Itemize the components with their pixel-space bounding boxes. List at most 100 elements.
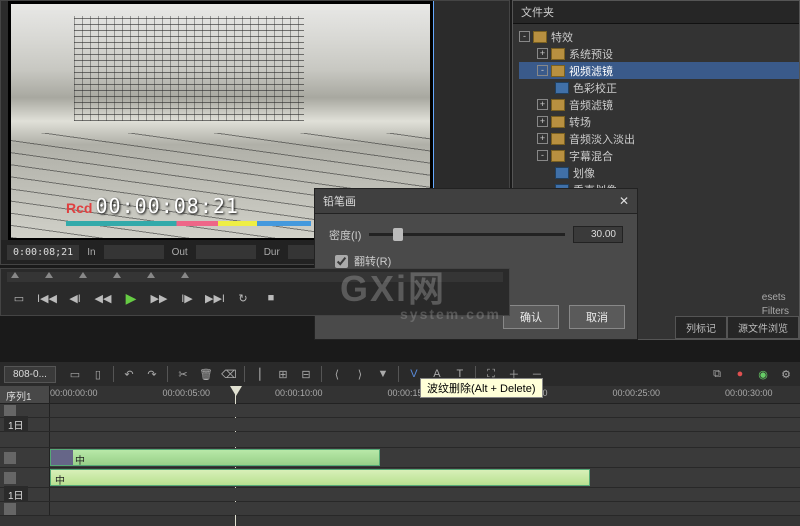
in-value[interactable] [104,245,164,259]
tool-cut[interactable]: ✂ [173,365,193,383]
density-label: 密度(I) [329,227,361,243]
tool-ripple-delete[interactable]: ⌫ [219,365,239,383]
tree-transition[interactable]: +转场 [519,113,799,130]
tree-label: 字幕混合 [569,148,613,164]
fx-tab-markers[interactable]: 列标记 [675,316,727,339]
prev-edit-button[interactable]: I◀◀ [37,289,57,307]
track-title-1[interactable]: 1日 [0,418,800,432]
folder-icon [551,116,565,128]
tree-label: 划像 [573,165,595,181]
video-clip[interactable]: 中 [50,449,380,466]
in-label: In [87,247,95,258]
density-row: 密度(I) 30.00 [329,226,623,243]
density-slider[interactable] [369,233,565,236]
track-video-1[interactable]: 中 [0,448,800,468]
tree-label: 系统预设 [569,46,613,62]
track-title-2[interactable] [0,404,800,418]
fx-icon [555,167,569,179]
tree-label: 特效 [551,29,573,45]
flip-checkbox-row[interactable]: 翻转(R) [335,253,623,269]
tool-redo[interactable]: ↷ [142,365,162,383]
expand-icon[interactable]: - [537,150,548,161]
step-fwd-button[interactable]: I▶ [177,289,197,307]
track-eye-icon[interactable] [4,452,16,464]
expand-icon[interactable]: - [537,65,548,76]
loop-button[interactable]: ↻ [233,289,253,307]
close-icon[interactable]: ✕ [619,194,629,208]
rewind-button[interactable]: ◀◀ [93,289,113,307]
tool-group[interactable]: ⊞ [273,365,293,383]
timeline: 序列1 00:00:00:00 00:00:05:00 00:00:10:00 … [0,386,800,526]
tree-audio-fade[interactable]: + 音频淡入淡出 [519,130,799,147]
clip-label: 中 [55,472,65,487]
track-label: 1日 [4,486,28,503]
tool-delete[interactable]: 🗑 [196,365,216,383]
track-audio-2[interactable]: 1日 [0,488,800,502]
folder-icon [551,48,565,60]
scrub-bar[interactable] [7,272,503,282]
tool-marker[interactable]: ▼ [373,365,393,383]
ok-button[interactable]: 确认 [503,305,559,329]
flip-checkbox[interactable] [335,255,348,268]
sequence-tab[interactable]: 808-0... [4,366,56,383]
tool-split[interactable]: ⎮ [250,365,270,383]
tool-in-point[interactable]: ⟨ [327,365,347,383]
dialog-titlebar[interactable]: 铅笔画 ✕ [315,189,637,214]
expand-icon[interactable]: + [537,99,548,110]
track-speaker-icon[interactable] [4,503,16,515]
tool-settings[interactable]: ⚙ [776,365,796,383]
track-speaker-icon[interactable] [4,472,16,484]
tool-undo[interactable]: ↶ [119,365,139,383]
tree-video-fx[interactable]: -视频滤镜 [519,62,799,79]
out-value[interactable] [196,245,256,259]
tool-pointer[interactable]: ▭ [65,365,85,383]
expand-icon[interactable]: + [537,133,548,144]
tool-snap[interactable]: ⧉ [707,365,727,383]
tree-wipe[interactable]: 划像 [519,164,799,181]
track-eye-icon[interactable] [4,405,16,417]
playback-bar: ▭ I◀◀ ◀I ◀◀ ▶ ▶▶ I▶ ▶▶I ↻ ■ [0,268,510,316]
play-button[interactable]: ▶ [121,289,141,307]
tool-record[interactable]: ● [730,365,750,383]
tool-ungroup[interactable]: ⊟ [296,365,316,383]
timeline-seq-name[interactable]: 序列1 [0,386,50,403]
next-edit-button[interactable]: ▶▶I [205,289,225,307]
step-back-button[interactable]: ◀I [65,289,85,307]
tree-label: 音频滤镜 [569,97,613,113]
track-audio-3[interactable] [0,502,800,516]
pencil-sketch-dialog: 铅笔画 ✕ 密度(I) 30.00 翻转(R) 平滑(S) 确认 取消 [314,188,638,340]
tree-audio-fx[interactable]: + 音频滤镜 [519,96,799,113]
expand-icon[interactable]: + [537,116,548,127]
tree-title-mix[interactable]: - 字幕混合 [519,147,799,164]
ruler-tick: 00:00:00:00 [50,388,98,398]
slider-thumb-icon[interactable] [393,228,403,241]
track-spacer [0,432,800,448]
cancel-button[interactable]: 取消 [569,305,625,329]
tree-sys-preset[interactable]: + 系统预设 [519,45,799,62]
ruler-tick: 00:00:30:00 [725,388,773,398]
tree-label: 音频淡入淡出 [569,131,635,147]
tool-render[interactable]: ◉ [753,365,773,383]
folder-icon [551,133,565,145]
expand-icon[interactable]: - [519,31,530,42]
add-clip-button[interactable]: ▭ [9,289,29,307]
rec-timecode: 00:00:08:21 [96,194,239,218]
tool-select[interactable]: ▯ [88,365,108,383]
dialog-title-text: 铅笔画 [323,193,356,209]
expand-icon[interactable]: + [537,48,548,59]
track-audio-1[interactable]: 中 [0,468,800,488]
tool-out-point[interactable]: ⟩ [350,365,370,383]
fast-forward-button[interactable]: ▶▶ [149,289,169,307]
fx-icon [555,82,569,94]
track-label: 1日 [4,416,28,433]
tree-color-correct[interactable]: 色彩校正 [519,79,799,96]
ruler-tick: 00:00:25:00 [613,388,661,398]
stop-button[interactable]: ■ [261,289,281,307]
audio-clip[interactable]: 中 [50,469,590,486]
dur-label: Dur [264,247,280,258]
tree-label: 色彩校正 [573,80,617,96]
tree-root-effects[interactable]: - 特效 [519,28,799,45]
fx-tab-source-browse[interactable]: 源文件浏览 [727,316,799,339]
density-value[interactable]: 30.00 [573,226,623,243]
folder-icon [551,150,565,162]
